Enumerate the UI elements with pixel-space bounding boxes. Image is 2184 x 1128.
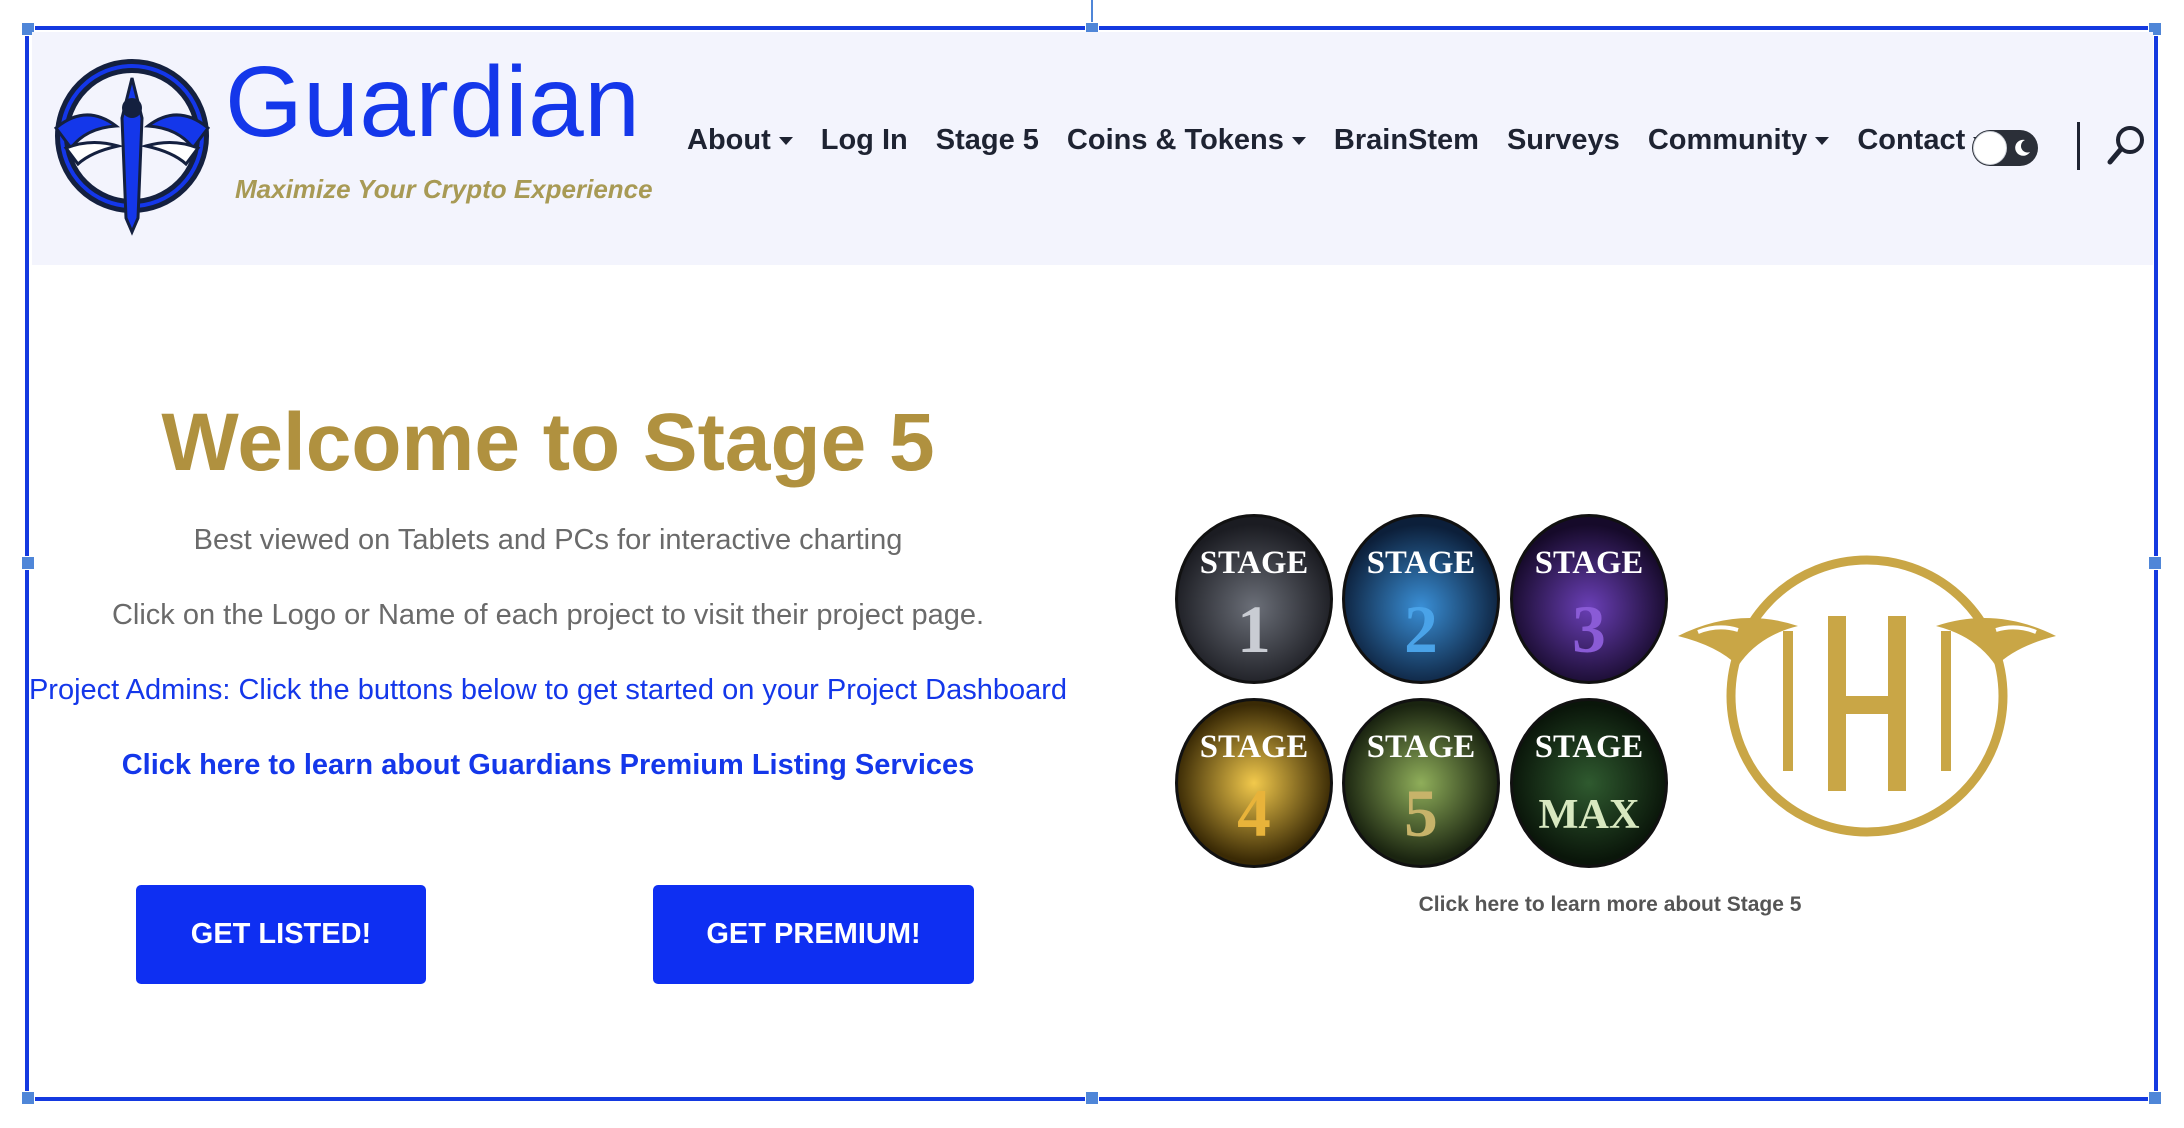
main-nav: About Log In Stage 5 Coins & Tokens Brai… <box>687 124 2015 157</box>
nav-stage-5[interactable]: Stage 5 <box>936 124 1039 157</box>
instruction-text: Click on the Logo or Name of each projec… <box>111 599 985 631</box>
badge-word: STAGE <box>1200 545 1308 581</box>
stage-5-learn-more-link[interactable]: Click here to learn more about Stage 5 <box>1380 893 1840 917</box>
badge-word: STAGE <box>1535 729 1643 765</box>
nav-label: Log In <box>820 124 908 156</box>
nav-label: Coins & Tokens <box>1066 124 1284 156</box>
nav-about[interactable]: About <box>687 124 793 157</box>
stage-4-emblem-icon: STAGE 4 <box>1200 729 1308 851</box>
badge-word: STAGE <box>1367 729 1475 765</box>
badge-word: STAGE <box>1535 545 1643 581</box>
brand-name[interactable]: Guardian <box>225 52 640 152</box>
stage-4-badge[interactable]: STAGE 4 <box>1175 698 1333 868</box>
stage-5-badge[interactable]: STAGE 5 <box>1342 698 1500 868</box>
badge-number: MAX <box>1538 791 1639 838</box>
stage-1-emblem-icon: STAGE 1 <box>1200 545 1308 667</box>
nav-surveys[interactable]: Surveys <box>1507 124 1620 157</box>
resize-handle-bottom-right[interactable] <box>2148 1091 2162 1105</box>
guide-tick <box>1091 0 1093 22</box>
moon-icon <box>2015 139 2030 156</box>
premium-listing-link[interactable]: Click here to learn about Guardians Prem… <box>0 749 1096 782</box>
stage-2-emblem-icon: STAGE 2 <box>1367 545 1475 667</box>
nav-contact[interactable]: Contact <box>1857 124 1988 157</box>
badge-number: 3 <box>1572 592 1606 667</box>
nav-log-in[interactable]: Log In <box>821 124 908 157</box>
site-header: Guardian Maximize Your Crypto Experience… <box>32 32 2153 265</box>
resize-handle-middle-right[interactable] <box>2148 556 2162 570</box>
stage-1-badge[interactable]: STAGE 1 <box>1175 514 1333 684</box>
page-title: Welcome to Stage 5 <box>161 397 935 488</box>
nav-label: About <box>687 124 771 156</box>
guardian-logo-icon[interactable] <box>46 48 226 238</box>
nav-label: Community <box>1647 124 1808 156</box>
search-icon[interactable] <box>2102 122 2150 170</box>
nav-coins-tokens[interactable]: Coins & Tokens <box>1067 124 1306 157</box>
stage-5-emblem-icon: STAGE 5 <box>1367 729 1475 851</box>
admin-note-text: Project Admins: Click the buttons below … <box>28 674 1068 706</box>
stage-2-badge[interactable]: STAGE 2 <box>1342 514 1500 684</box>
badge-number: 1 <box>1237 592 1271 667</box>
nav-label: Surveys <box>1506 124 1620 156</box>
badge-number: 2 <box>1404 592 1438 667</box>
stage-max-emblem-icon: STAGE MAX <box>1535 729 1643 838</box>
caret-down-icon <box>778 136 793 145</box>
nav-divider <box>2077 122 2080 170</box>
badge-word: STAGE <box>1200 729 1308 765</box>
stage-max-badge[interactable]: STAGE MAX <box>1510 698 1668 868</box>
resize-handle-bottom-left[interactable] <box>21 1091 35 1105</box>
stage-3-emblem-icon: STAGE 3 <box>1535 545 1643 667</box>
badge-number: 5 <box>1404 776 1438 851</box>
resize-handle-bottom-center[interactable] <box>1085 1091 1099 1105</box>
get-listed-button[interactable]: GET LISTED! <box>136 885 426 984</box>
nav-label: Stage 5 <box>935 124 1039 156</box>
caret-down-icon <box>1291 136 1306 145</box>
subtitle-text: Best viewed on Tablets and PCs for inter… <box>193 524 903 556</box>
toggle-knob <box>1973 131 2007 165</box>
nav-label: BrainStem <box>1333 124 1479 156</box>
brand-tagline: Maximize Your Crypto Experience <box>235 174 653 204</box>
nav-brainstem[interactable]: BrainStem <box>1334 124 1479 157</box>
badge-number: 4 <box>1237 776 1271 851</box>
nav-community[interactable]: Community <box>1648 124 1830 157</box>
caret-down-icon <box>1815 136 1830 145</box>
nav-label: Contact <box>1857 124 1966 156</box>
resize-handle-middle-left[interactable] <box>21 556 35 570</box>
stage-3-badge[interactable]: STAGE 3 <box>1510 514 1668 684</box>
dark-mode-toggle[interactable] <box>1972 130 2038 166</box>
guardian-h-logo-icon[interactable] <box>1678 536 2056 848</box>
badge-word: STAGE <box>1367 545 1475 581</box>
get-premium-button[interactable]: GET PREMIUM! <box>653 885 974 984</box>
